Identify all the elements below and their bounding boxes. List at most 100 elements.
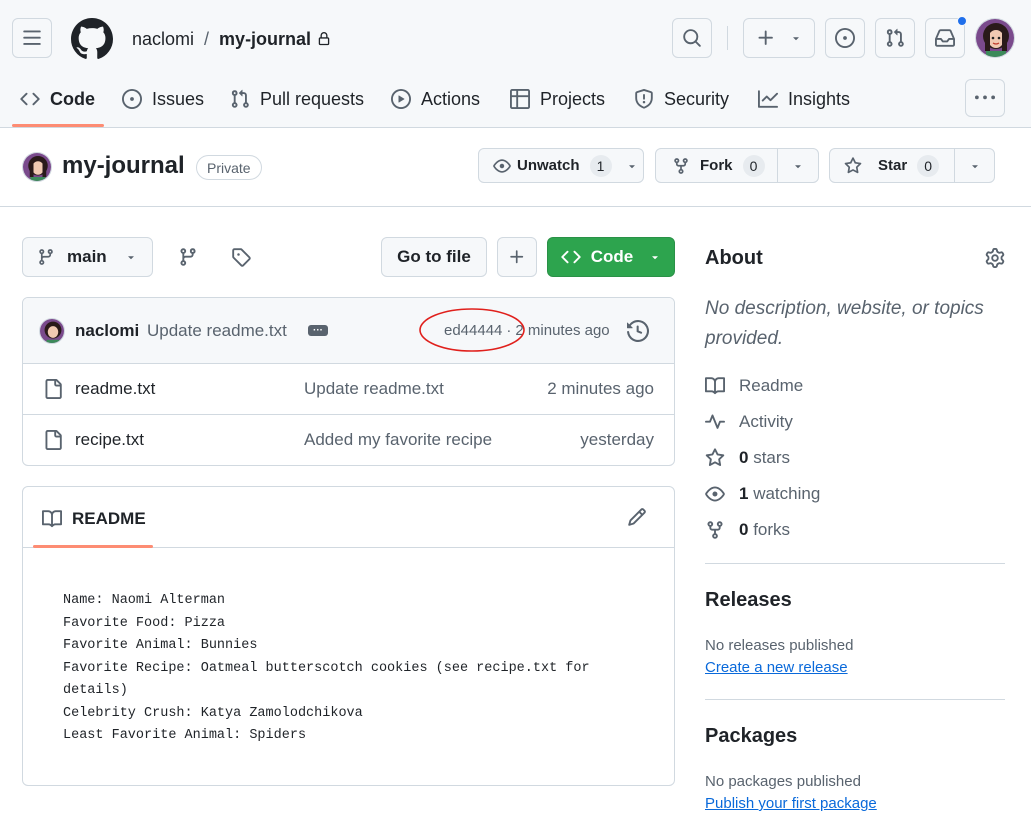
hamburger-icon xyxy=(22,28,42,48)
header-divider xyxy=(727,26,728,50)
more-tabs-button[interactable] xyxy=(965,79,1005,117)
commit-time: 2 minutes ago xyxy=(515,322,610,339)
git-pull-request-icon xyxy=(885,28,905,48)
code-icon xyxy=(20,89,40,109)
pull-request-icon xyxy=(230,89,250,109)
star-label: Star xyxy=(878,157,908,174)
repo-owner-avatar[interactable] xyxy=(22,152,52,182)
code-dropdown-button[interactable]: Code xyxy=(547,237,675,277)
file-icon xyxy=(43,429,63,451)
repo-header-divider xyxy=(0,206,1031,207)
repo-forked-icon xyxy=(705,520,725,540)
forks-link[interactable]: 0 forks xyxy=(705,518,790,542)
book-icon xyxy=(705,376,725,396)
annotation-circle xyxy=(419,308,525,352)
forks-text: 0 forks xyxy=(739,520,790,540)
search-button[interactable] xyxy=(672,18,712,58)
star-button[interactable]: Star 0 xyxy=(829,148,955,183)
activity-link-label: Activity xyxy=(739,412,793,431)
file-name[interactable]: recipe.txt xyxy=(75,430,144,450)
file-commit-message[interactable]: Added my favorite recipe xyxy=(304,430,492,450)
tag-icon[interactable] xyxy=(229,245,253,269)
go-to-file-button[interactable]: Go to file xyxy=(381,237,487,277)
tab-issues[interactable]: Issues xyxy=(122,80,204,118)
forks-label: forks xyxy=(753,520,791,539)
readme-tab[interactable]: README xyxy=(42,507,146,531)
code-button-icon xyxy=(561,247,581,267)
readme-line: Celebrity Crush: Katya Zamolodchikova xyxy=(63,705,363,721)
add-file-plus-icon xyxy=(508,248,526,266)
inbox-icon xyxy=(935,28,955,48)
readme-content: Name: Naomi Alterman Favorite Food: Pizz… xyxy=(63,590,643,748)
file-icon xyxy=(43,378,63,400)
github-logo-icon[interactable] xyxy=(70,17,114,61)
issues-shortcut-button[interactable] xyxy=(825,18,865,58)
fork-dropdown-button[interactable] xyxy=(777,148,819,183)
about-description: No description, website, or topics provi… xyxy=(705,298,984,349)
readme-line: Favorite Food: Pizza xyxy=(63,615,226,631)
pencil-icon[interactable] xyxy=(626,506,648,528)
breadcrumb-repo[interactable]: my-journal xyxy=(219,29,311,50)
tab-security[interactable]: Security xyxy=(634,80,729,118)
tab-pull-requests[interactable]: Pull requests xyxy=(230,80,364,118)
breadcrumb-separator: / xyxy=(204,28,210,49)
watching-link[interactable]: 1 watching xyxy=(705,482,820,506)
activity-link[interactable]: Activity xyxy=(705,410,793,434)
add-file-button[interactable] xyxy=(497,237,537,277)
repo-forked-icon xyxy=(672,157,690,175)
releases-title[interactable]: Releases xyxy=(705,589,792,612)
commit-message[interactable]: Update readme.txt xyxy=(147,321,287,341)
stars-link[interactable]: 0 stars xyxy=(705,446,790,470)
tab-insights[interactable]: Insights xyxy=(758,80,850,118)
pull-requests-shortcut-button[interactable] xyxy=(875,18,915,58)
hamburger-menu-button[interactable] xyxy=(12,18,52,58)
shield-icon xyxy=(634,89,654,109)
star-dropdown-button[interactable] xyxy=(954,148,995,183)
tab-projects-label: Projects xyxy=(540,88,606,109)
readme-line: details) xyxy=(63,683,128,698)
tab-projects[interactable]: Projects xyxy=(510,80,605,118)
star-icon xyxy=(705,448,725,468)
publish-package-link[interactable]: Publish your first package xyxy=(705,795,877,812)
commit-details-button[interactable]: ··· xyxy=(308,325,328,336)
search-icon xyxy=(682,28,702,48)
create-new-button[interactable] xyxy=(743,18,815,58)
unwatch-button[interactable]: Unwatch 1 xyxy=(478,148,644,183)
user-avatar[interactable] xyxy=(975,18,1015,58)
create-release-link[interactable]: Create a new release xyxy=(705,659,848,676)
star-caret-down-icon xyxy=(969,160,981,172)
readme-link[interactable]: Readme xyxy=(705,374,803,398)
file-name[interactable]: readme.txt xyxy=(75,379,155,399)
breadcrumb-owner[interactable]: naclomi xyxy=(132,29,194,50)
eye-icon xyxy=(493,157,511,175)
repo-name[interactable]: my-journal xyxy=(62,152,185,180)
history-icon[interactable] xyxy=(626,319,650,343)
fork-label: Fork xyxy=(700,157,733,174)
notification-dot xyxy=(957,16,967,26)
commit-author-avatar[interactable] xyxy=(39,318,65,344)
sidebar-divider xyxy=(705,563,1005,564)
tab-actions[interactable]: Actions xyxy=(391,80,480,118)
breadcrumb: naclomi / my-journal xyxy=(132,28,331,50)
file-row[interactable]: readme.txt Update readme.txt 2 minutes a… xyxy=(23,364,674,414)
commit-author[interactable]: naclomi xyxy=(75,321,139,341)
tab-code-label: Code xyxy=(50,88,95,109)
gear-icon[interactable] xyxy=(984,247,1006,269)
file-row[interactable]: recipe.txt Added my favorite recipe yest… xyxy=(23,415,674,465)
stars-count: 0 xyxy=(739,448,749,467)
branch-selector[interactable]: main xyxy=(22,237,153,277)
fork-button[interactable]: Fork 0 xyxy=(655,148,778,183)
packages-title[interactable]: Packages xyxy=(705,725,797,748)
plus-icon xyxy=(756,28,776,48)
watch-count: 1 xyxy=(589,154,612,177)
readme-tab-underline xyxy=(33,545,153,548)
ellipsis-icon: ··· xyxy=(313,324,323,336)
branches-icon[interactable] xyxy=(176,245,200,269)
file-commit-time: yesterday xyxy=(580,430,654,449)
unwatch-caret-down-icon xyxy=(626,160,638,172)
tab-code[interactable]: Code xyxy=(20,80,95,118)
tab-code-underline xyxy=(12,124,104,127)
readme-title: README xyxy=(72,509,146,528)
file-commit-message[interactable]: Update readme.txt xyxy=(304,379,444,399)
star-icon xyxy=(844,156,862,175)
